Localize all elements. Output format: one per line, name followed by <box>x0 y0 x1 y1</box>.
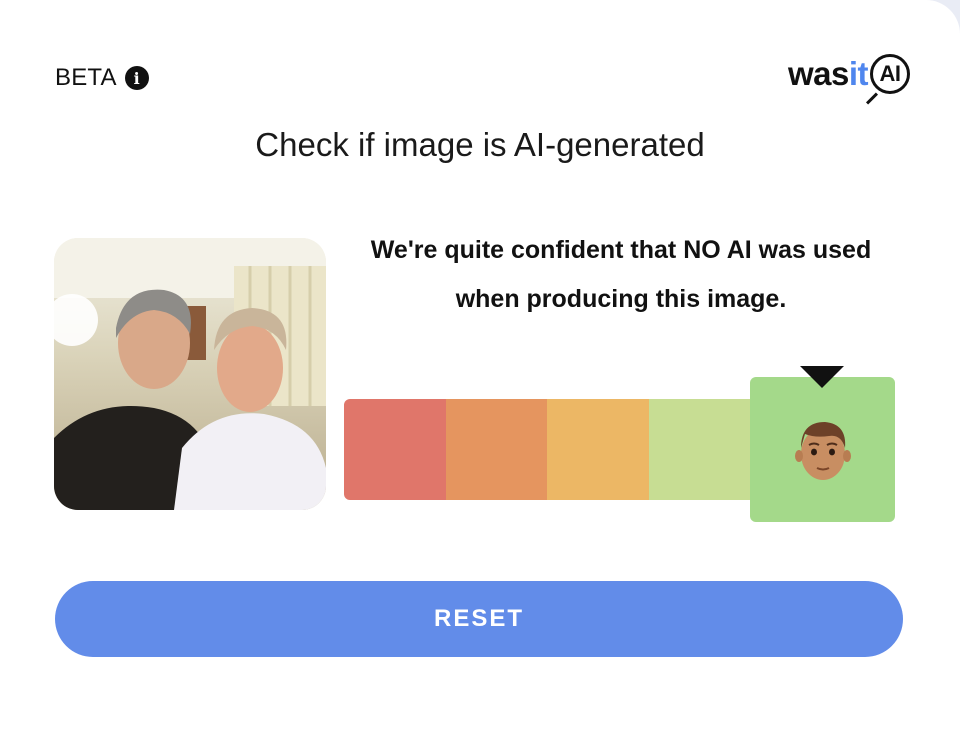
reset-button[interactable]: RESET <box>55 581 903 657</box>
man-emoji-icon <box>794 421 851 480</box>
scale-segment-1 <box>344 399 446 500</box>
scale-segment-2 <box>445 399 547 500</box>
beta-label: BETA <box>55 64 117 91</box>
analysis-card: BETA i was it AI Check if image is AI-ge… <box>0 0 960 740</box>
magnifier-icon: AI <box>870 54 910 94</box>
analyzed-photo <box>54 238 326 510</box>
logo-text-it: it <box>848 55 869 92</box>
verdict-text: We're quite confident that NO AI was use… <box>370 236 872 313</box>
photo-illustration <box>54 238 326 510</box>
beta-indicator: BETA i <box>55 64 149 92</box>
scale-segment-3 <box>547 399 649 500</box>
scale-segment-4 <box>648 399 750 500</box>
selected-level-pointer <box>800 366 844 388</box>
scale-segment-5-selected <box>750 377 895 522</box>
confidence-scale <box>344 399 750 500</box>
logo-text-ai: AI <box>879 61 902 86</box>
info-icon[interactable]: i <box>124 66 149 90</box>
page-title: Check if image is AI-generated <box>255 126 705 163</box>
wasitai-logo[interactable]: was it AI <box>788 54 910 94</box>
logo-text-was: was <box>787 55 849 92</box>
